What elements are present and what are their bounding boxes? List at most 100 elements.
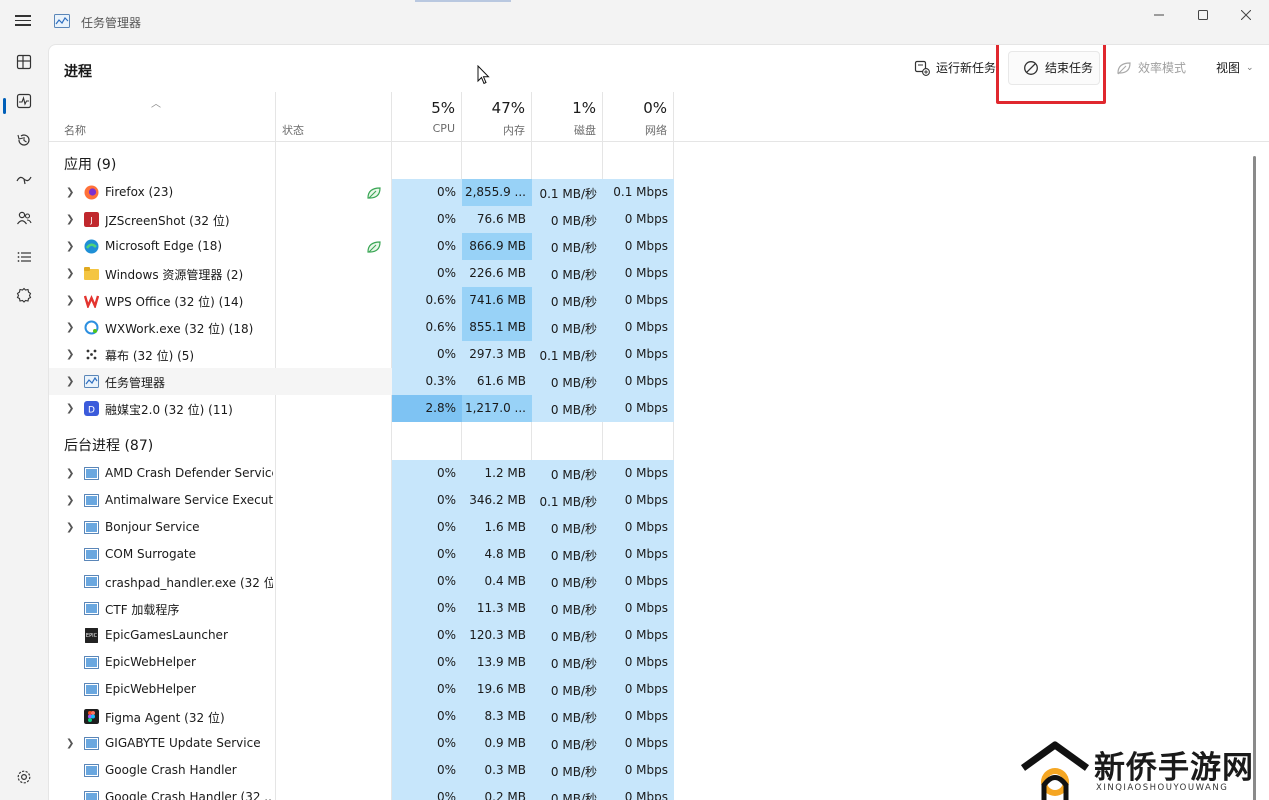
end-task-button[interactable]: 结束任务 (1023, 59, 1093, 76)
table-row[interactable]: COM Surrogate 0% 4.8 MB 0 MB/秒 0 Mbps (49, 541, 674, 568)
network-cell: 0 Mbps (603, 368, 674, 395)
service-icon (84, 683, 99, 696)
minimize-button[interactable] (1136, 4, 1182, 26)
task-manager-icon (84, 375, 99, 388)
chevron-right-icon[interactable]: ❯ (66, 214, 74, 225)
nav-app-history-icon[interactable] (12, 128, 36, 152)
menu-icon[interactable] (13, 12, 33, 32)
process-name: Antimalware Service Execut... (105, 493, 273, 507)
table-row[interactable]: EpicWebHelper 0% 13.9 MB 0 MB/秒 0 Mbps (49, 649, 674, 676)
network-cell: 0 Mbps (603, 487, 674, 514)
network-cell: 0 Mbps (603, 233, 674, 260)
network-cell: 0 Mbps (603, 622, 674, 649)
cpu-cell: 0% (392, 595, 462, 622)
cpu-cell: 0% (392, 622, 462, 649)
vertical-scrollbar[interactable] (1253, 156, 1256, 800)
cpu-cell: 0% (392, 541, 462, 568)
memory-cell: 0.9 MB (462, 730, 532, 757)
table-row[interactable]: Google Crash Handler (32 ... 0% 0.2 MB 0 MB… (49, 784, 674, 800)
chevron-right-icon[interactable]: ❯ (66, 295, 74, 306)
table-row[interactable]: ❯ WPS Office (32 位) (14) 0.6% 741.6 MB 0 MB/… (49, 287, 674, 314)
process-name: WPS Office (32 位) (14) (105, 295, 244, 309)
maximize-button[interactable] (1180, 4, 1226, 26)
chevron-right-icon[interactable]: ❯ (66, 403, 74, 414)
table-row[interactable]: ❯ 任务管理器 0.3% 61.6 MB 0 MB/秒 0 Mbps (49, 368, 674, 395)
chevron-right-icon[interactable]: ❯ (66, 349, 74, 360)
cpu-cell: 2.8% (392, 395, 462, 422)
chevron-right-icon[interactable]: ❯ (66, 376, 74, 387)
chevron-right-icon[interactable]: ❯ (66, 495, 74, 506)
name-column-header[interactable]: ︿ 名称 (49, 92, 276, 142)
memory-cell: 4.8 MB (462, 541, 532, 568)
table-row[interactable]: ❯ Antimalware Service Execut... 0% 346.2 MB… (49, 487, 674, 514)
disk-cell: 0 MB/秒 (532, 260, 603, 287)
nav-users-icon[interactable] (12, 206, 36, 230)
nav-details-icon[interactable] (12, 245, 36, 269)
svg-text:EPIC: EPIC (86, 633, 98, 639)
process-name: AMD Crash Defender Service (105, 466, 273, 480)
close-button[interactable] (1223, 4, 1269, 26)
chevron-right-icon[interactable]: ❯ (66, 322, 74, 333)
view-menu-button[interactable]: 视图 ⌄ (1216, 59, 1254, 76)
network-column-header[interactable]: 0% 网络 (603, 92, 674, 142)
memory-cell: 8.3 MB (462, 703, 532, 730)
cpu-column-header[interactable]: 5% CPU (392, 92, 462, 142)
table-row[interactable]: ❯ J JZScreenShot (32 位) 0% 76.6 MB 0 MB/秒 0 Mb… (49, 206, 674, 233)
disk-cell: 0.1 MB/秒 (532, 487, 603, 514)
table-row[interactable]: ❯ WXWork.exe (32 位) (18) 0.6% 855.1 MB 0 MB/… (49, 314, 674, 341)
chevron-right-icon[interactable]: ❯ (66, 268, 74, 279)
network-cell: 0 Mbps (603, 260, 674, 287)
nav-active-indicator (3, 98, 6, 114)
disk-cell: 0 MB/秒 (532, 514, 603, 541)
group-header-background[interactable]: 后台进程 (87) (64, 435, 153, 455)
run-new-task-button[interactable]: 运行新任务 (914, 59, 996, 76)
table-row[interactable]: ❯ GIGABYTE Update Service 0% 0.9 MB 0 MB/秒 0 … (49, 730, 674, 757)
table-row[interactable]: Google Crash Handler 0% 0.3 MB 0 MB/秒 0 Mbps (49, 757, 674, 784)
block-icon (1024, 60, 1038, 75)
process-name: Windows 资源管理器 (2) (105, 268, 244, 282)
cpu-cell: 0.3% (392, 368, 462, 395)
group-header-apps[interactable]: 应用 (9) (64, 154, 116, 174)
memory-cell: 120.3 MB (462, 622, 532, 649)
table-row[interactable]: CTF 加载程序 0% 11.3 MB 0 MB/秒 0 Mbps (49, 595, 674, 622)
nav-settings-icon[interactable] (12, 765, 36, 789)
run-new-task-label: 运行新任务 (936, 61, 997, 75)
nav-processes-icon[interactable] (12, 50, 36, 74)
disk-column-header[interactable]: 1% 磁盘 (532, 92, 603, 142)
network-cell: 0.1 Mbps (603, 179, 674, 206)
service-icon (84, 602, 99, 615)
table-row[interactable]: crashpad_handler.exe (32 位) 0% 0.4 MB 0 MB/… (49, 568, 674, 595)
chevron-right-icon[interactable]: ❯ (66, 468, 74, 479)
table-row[interactable]: EPIC EpicGamesLauncher 0% 120.3 MB 0 MB/秒 0 M… (49, 622, 674, 649)
network-cell: 0 Mbps (603, 784, 674, 800)
table-row[interactable]: ❯ D 融媒宝2.0 (32 位) (11) 2.8% 1,217.0 ... 0 MB/… (49, 395, 674, 422)
table-row[interactable]: ❯ Windows 资源管理器 (2) 0% 226.6 MB 0 MB/秒 0 Mbps (49, 260, 674, 287)
memory-cell: 1,217.0 ... (462, 395, 532, 422)
process-name: Google Crash Handler (32 ... (105, 790, 273, 800)
nav-startup-icon[interactable] (12, 167, 36, 191)
memory-column-header[interactable]: 47% 内存 (462, 92, 532, 142)
table-row[interactable]: Figma Agent (32 位) 0% 8.3 MB 0 MB/秒 0 Mbps (49, 703, 674, 730)
table-row[interactable]: ❯ 幕布 (32 位) (5) 0% 297.3 MB 0.1 MB/秒 0 Mbps (49, 341, 674, 368)
table-row[interactable]: ❯ AMD Crash Defender Service 0% 1.2 MB 0 MB/… (49, 460, 674, 487)
efficiency-mode-button[interactable]: 效率模式 (1116, 59, 1186, 76)
nav-performance-icon[interactable] (12, 89, 36, 113)
service-icon (84, 467, 99, 480)
memory-cell: 11.3 MB (462, 595, 532, 622)
table-row[interactable]: ❯ Bonjour Service 0% 1.6 MB 0 MB/秒 0 Mbps (49, 514, 674, 541)
google-icon (84, 764, 99, 777)
chevron-right-icon[interactable]: ❯ (66, 187, 74, 198)
memory-cell: 19.6 MB (462, 676, 532, 703)
status-column-header[interactable]: 状态 (276, 92, 392, 142)
chevron-right-icon[interactable]: ❯ (66, 738, 74, 749)
disk-cell: 0 MB/秒 (532, 730, 603, 757)
nav-services-icon[interactable] (12, 283, 36, 307)
table-row[interactable]: ❯ Firefox (23) 0% 2,855.9 ... 0.1 MB/秒 0.1 Mb… (49, 179, 674, 206)
table-row[interactable]: ❯ Microsoft Edge (18) 0% 866.9 MB 0 MB/秒 0 Mb… (49, 233, 674, 260)
table-row[interactable]: EpicWebHelper 0% 19.6 MB 0 MB/秒 0 Mbps (49, 676, 674, 703)
process-name: Figma Agent (32 位) (105, 711, 225, 725)
cpu-cell: 0% (392, 260, 462, 287)
chevron-right-icon[interactable]: ❯ (66, 241, 74, 252)
chevron-right-icon[interactable]: ❯ (66, 522, 74, 533)
process-name: JZScreenShot (32 位) (105, 214, 230, 228)
